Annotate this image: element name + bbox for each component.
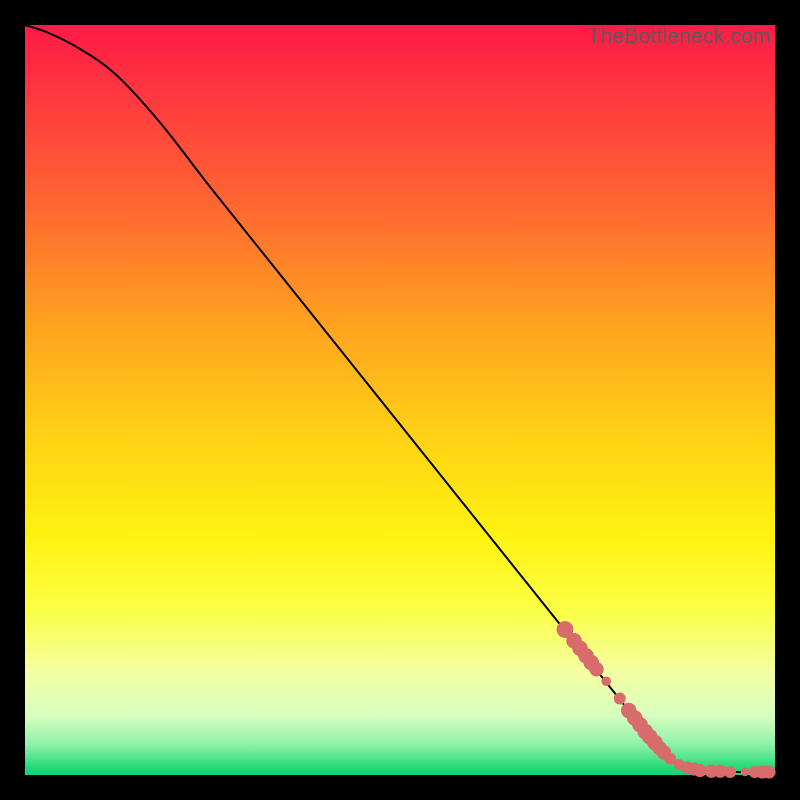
- data-marker: [693, 764, 706, 777]
- data-marker: [762, 765, 775, 778]
- main-curve: [25, 25, 775, 772]
- data-marker: [741, 768, 749, 776]
- marker-group: [557, 621, 776, 779]
- chart-svg: [25, 25, 775, 775]
- chart-frame: TheBottleneck.com: [25, 25, 775, 775]
- data-marker: [614, 693, 626, 705]
- data-marker: [724, 766, 736, 778]
- data-marker: [589, 662, 603, 676]
- data-marker: [601, 676, 611, 686]
